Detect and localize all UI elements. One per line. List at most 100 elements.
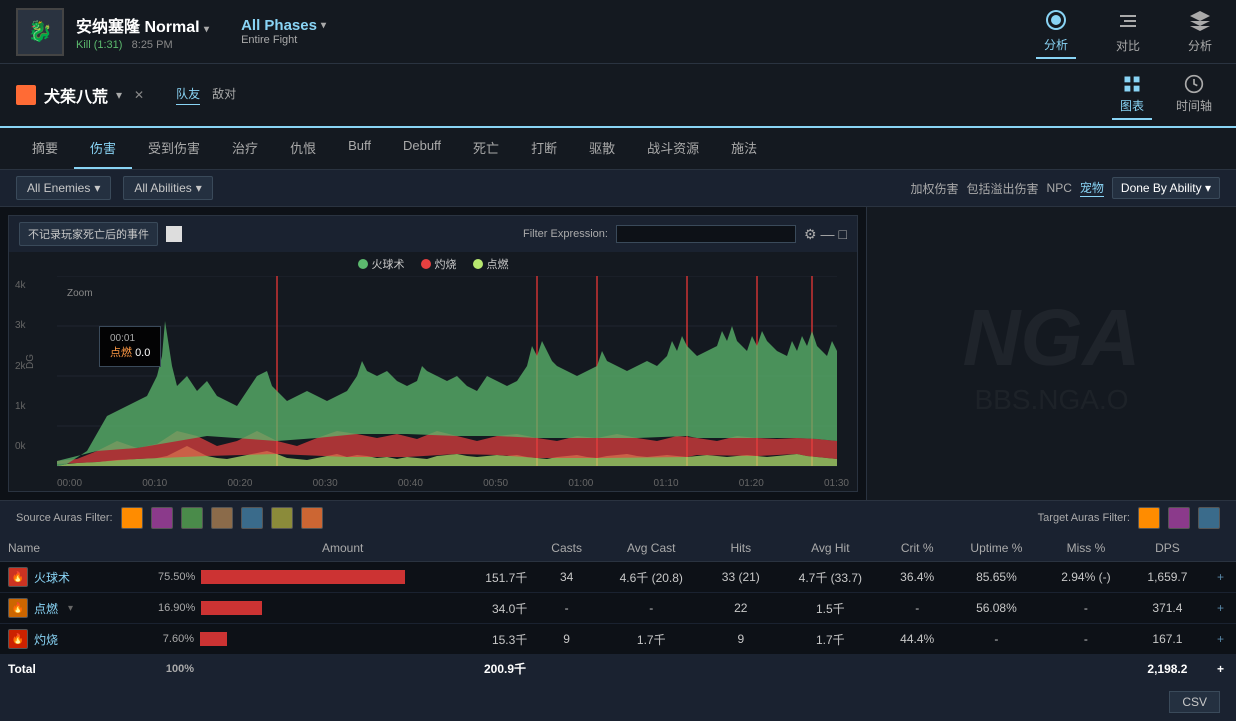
th-name[interactable]: Name	[0, 535, 150, 562]
dps-2: 371.4	[1130, 593, 1205, 624]
filter-expr-input[interactable]	[616, 225, 796, 243]
th-crit[interactable]: Crit %	[884, 535, 951, 562]
pct-val-1: 75.50%	[158, 571, 195, 583]
dropdown-arrow[interactable]: ▾	[116, 88, 122, 102]
source-aura-6[interactable]	[271, 507, 293, 529]
legend-dot-huoqiushu	[358, 259, 368, 269]
tab-dispel[interactable]: 驱散	[573, 128, 631, 169]
tab-death[interactable]: 死亡	[457, 128, 515, 169]
chart-svg[interactable]: Zoom	[57, 276, 837, 476]
tab-debuff[interactable]: Debuff	[387, 128, 457, 169]
chart-color-box	[166, 226, 182, 242]
tab-summary[interactable]: 摘要	[16, 128, 74, 169]
th-hits[interactable]: Hits	[705, 535, 778, 562]
th-avg-hit[interactable]: Avg Hit	[777, 535, 884, 562]
spell-name-3[interactable]: 灼烧	[34, 631, 58, 648]
close-icon[interactable]: ✕	[134, 88, 144, 102]
auras-bar: Source Auras Filter: Target Auras Filter…	[0, 500, 1236, 535]
pct-val-2: 16.90%	[158, 602, 195, 614]
total-amount-cell: 100% 200.9千	[150, 655, 535, 683]
th-dps[interactable]: DPS	[1130, 535, 1205, 562]
analyze2-btn[interactable]: 分析	[1180, 5, 1220, 58]
source-auras-label: Source Auras Filter:	[16, 512, 113, 524]
settings-icon[interactable]: ⚙	[804, 226, 817, 243]
legend-dot-zhuoshao	[421, 259, 431, 269]
x-tick-0110: 01:10	[654, 478, 679, 489]
plus-2[interactable]: +	[1205, 593, 1236, 624]
th-avg-cast[interactable]: Avg Cast	[598, 535, 705, 562]
done-by-dropdown-arrow: ▾	[1205, 181, 1211, 195]
target-aura-3[interactable]	[1198, 507, 1220, 529]
boss-avatar: 🐉	[16, 8, 64, 56]
tab-damage[interactable]: 伤害	[74, 128, 132, 169]
source-aura-4[interactable]	[211, 507, 233, 529]
spell-name-1[interactable]: 火球术	[34, 569, 70, 586]
source-aura-7[interactable]	[301, 507, 323, 529]
phase-sub: Entire Fight	[241, 34, 326, 46]
tab-resources[interactable]: 战斗资源	[631, 128, 715, 169]
boss-dropdown-arrow[interactable]: ▾	[204, 24, 209, 35]
team-tabs: 队友 敌对	[176, 85, 236, 105]
all-abilities-btn[interactable]: All Abilities ▾	[123, 176, 212, 200]
th-uptime[interactable]: Uptime %	[951, 535, 1042, 562]
source-aura-1[interactable]	[121, 507, 143, 529]
pct-bar-cell-3: 7.60% 15.3千	[158, 631, 527, 648]
analyze1-btn[interactable]: 分析	[1036, 4, 1076, 59]
tab-interrupt[interactable]: 打断	[515, 128, 573, 169]
target-aura-2[interactable]	[1168, 507, 1190, 529]
spell-row-1: 🔥 火球术	[8, 567, 142, 587]
source-aura-3[interactable]	[181, 507, 203, 529]
event-filter-btn[interactable]: 不记录玩家死亡后的事件	[19, 222, 158, 246]
tab-threat[interactable]: 仇恨	[274, 128, 332, 169]
th-miss[interactable]: Miss %	[1042, 535, 1130, 562]
chart-view-btn[interactable]: 图表	[1112, 70, 1152, 120]
total-amount: 200.9千	[476, 660, 526, 677]
all-enemies-btn[interactable]: All Enemies ▾	[16, 176, 111, 200]
phase-dropdown-arrow[interactable]: ▾	[321, 20, 326, 31]
th-amount[interactable]: Amount	[150, 535, 535, 562]
miss-2: -	[1042, 593, 1130, 624]
player-name[interactable]: 犬茱八荒	[44, 83, 108, 107]
team-tab[interactable]: 队友	[176, 85, 200, 105]
boss-name[interactable]: 安纳塞隆 Normal ▾	[76, 13, 209, 37]
tag-done-by[interactable]: Done By Ability ▾	[1112, 177, 1220, 199]
tab-buff[interactable]: Buff	[332, 128, 387, 169]
filter-right: 加权伤害 包括溢出伤害 NPC 宠物 Done By Ability ▾	[911, 177, 1220, 199]
compare-btn[interactable]: 对比	[1108, 5, 1148, 58]
tab-healing[interactable]: 治疗	[216, 128, 274, 169]
minimize-icon[interactable]: —	[821, 226, 835, 242]
amount-cell-2: 16.90% 34.0千	[150, 593, 535, 624]
plus-1[interactable]: +	[1205, 562, 1236, 593]
avg-cast-3: 1.7千	[598, 624, 705, 655]
spell-name-2[interactable]: 点燃	[34, 600, 58, 617]
tab-damage-taken[interactable]: 受到伤害	[132, 128, 216, 169]
tag-overflow[interactable]: 包括溢出伤害	[967, 180, 1039, 197]
maximize-icon[interactable]: □	[839, 226, 847, 242]
target-auras-section: Target Auras Filter:	[1038, 507, 1220, 529]
avg-hit-2: 1.5千	[777, 593, 884, 624]
table-row: 🔥 点燃 ▾ 16.90% 34.0千 - - 22	[0, 593, 1236, 624]
tab-cast[interactable]: 施法	[715, 128, 773, 169]
expand-arrow-2[interactable]: ▾	[68, 603, 73, 614]
th-casts[interactable]: Casts	[535, 535, 598, 562]
csv-button[interactable]: CSV	[1169, 691, 1220, 713]
chart-main: 不记录玩家死亡后的事件 Filter Expression: ⚙ — □ 火球术	[0, 207, 866, 500]
tab-bar: 摘要 伤害 受到伤害 治疗 仇恨 Buff Debuff 死亡 打断 驱散 战斗…	[0, 128, 1236, 170]
th-plus	[1205, 535, 1236, 562]
watermark-container: NGA BBS.NGA.O	[963, 292, 1141, 416]
table-row: 🔥 火球术 75.50% 151.7千 34 4.6千 (20.8) 33	[0, 562, 1236, 593]
timeline-view-btn[interactable]: 时间轴	[1168, 70, 1220, 120]
source-aura-5[interactable]	[241, 507, 263, 529]
enemy-tab[interactable]: 敌对	[212, 85, 236, 105]
tag-pet[interactable]: 宠物	[1080, 179, 1104, 197]
total-plus[interactable]: +	[1205, 655, 1236, 683]
filter-bar: All Enemies ▾ All Abilities ▾ 加权伤害 包括溢出伤…	[0, 170, 1236, 207]
crit-2: -	[884, 593, 951, 624]
phase-title[interactable]: All Phases ▾	[241, 17, 326, 34]
spell-name-cell-1: 🔥 火球术	[0, 562, 150, 593]
plus-3[interactable]: +	[1205, 624, 1236, 655]
tag-npc[interactable]: NPC	[1047, 181, 1072, 195]
target-aura-1[interactable]	[1138, 507, 1160, 529]
tag-weighted[interactable]: 加权伤害	[911, 180, 959, 197]
source-aura-2[interactable]	[151, 507, 173, 529]
